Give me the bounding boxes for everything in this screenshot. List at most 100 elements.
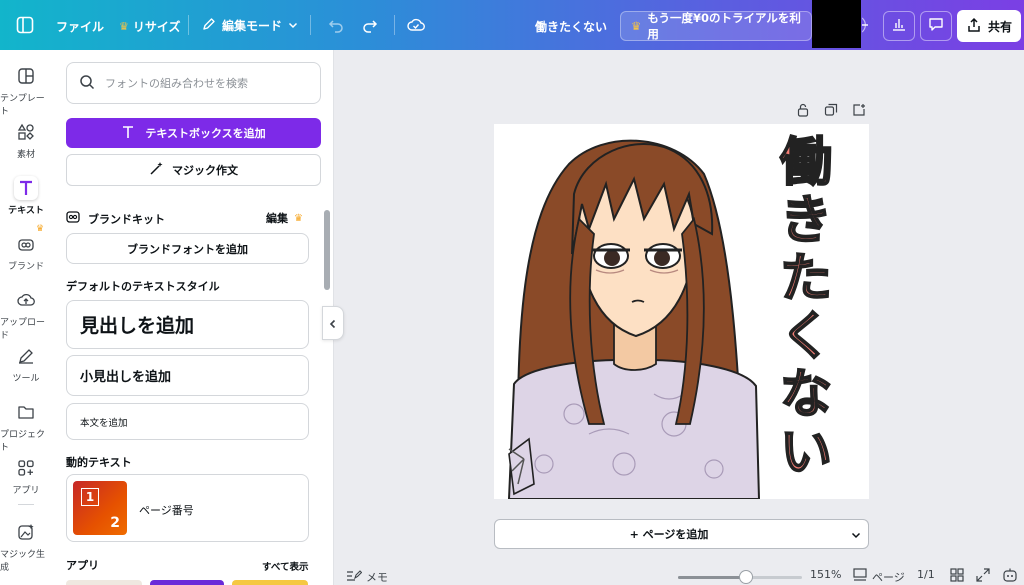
pages-button[interactable]: ページ <box>852 568 905 585</box>
elements-icon <box>14 120 38 144</box>
comment-icon <box>928 16 944 36</box>
rail-label: ツール <box>12 374 40 384</box>
page-tools <box>796 102 866 121</box>
artwork-character: い <box>779 423 833 483</box>
notes-icon <box>346 568 363 585</box>
add-textbox-button[interactable]: テキストボックスを追加 <box>66 118 321 148</box>
apps-label: アプリ <box>66 559 99 572</box>
redo-icon[interactable] <box>362 17 378 33</box>
zoom-slider-knob[interactable] <box>739 570 754 584</box>
rail-item-magic-media[interactable]: マジック生成 <box>0 520 52 573</box>
grid-view-icon[interactable] <box>950 568 964 582</box>
design-page[interactable]: 働きたくない <box>494 124 869 499</box>
sidebar-toggle-icon[interactable] <box>16 16 34 34</box>
add-subheading-button[interactable]: 小見出しを追加 <box>66 355 309 396</box>
magic-write-label: マジック作文 <box>172 164 238 177</box>
dynamic-text-label: 動的テキスト <box>66 456 132 469</box>
rail-label: アップロード <box>0 318 46 341</box>
add-brand-font-label: ブランドフォントを追加 <box>127 242 248 256</box>
rail-label: 素材 <box>16 150 35 160</box>
brand-kit-label: ブランドキット <box>88 212 165 226</box>
rail-label: ブランド <box>7 262 44 272</box>
insights-button[interactable] <box>883 11 915 41</box>
crown-icon: ♛ <box>119 20 129 33</box>
divider <box>188 15 189 35</box>
rail-item-projects[interactable]: プロジェクト <box>0 400 52 453</box>
magic-write-button[interactable]: マジック作文 <box>66 154 321 186</box>
apps-icon <box>14 456 38 480</box>
top-bar: ファイル ♛ リサイズ 編集モード 働きたくない ♛ もう一度¥0のトライアルを… <box>0 0 1024 50</box>
undo-icon[interactable] <box>328 17 344 33</box>
rail-label: アプリ <box>12 486 40 496</box>
rail-item-templates[interactable]: テンプレート <box>0 64 52 117</box>
resize-button[interactable]: ♛ リサイズ <box>119 18 181 35</box>
chevron-left-icon <box>328 314 338 333</box>
app-thumbnail[interactable] <box>150 580 224 585</box>
artwork-character: な <box>779 365 833 425</box>
brand-icon <box>66 210 80 227</box>
zoom-label: 151% <box>810 568 842 581</box>
add-page-icon[interactable] <box>852 102 866 121</box>
see-all-link[interactable]: すべて表示 <box>262 559 308 573</box>
bar-chart-icon <box>891 16 907 36</box>
rail-item-apps[interactable]: アプリ <box>0 456 52 496</box>
page-number-thumbnail: 1 2 <box>73 481 127 535</box>
apps-heading: アプリ <box>66 557 99 573</box>
add-body-text-button[interactable]: 本文を追加 <box>66 403 309 440</box>
add-collaborator-edge[interactable] <box>862 16 874 34</box>
search-placeholder: フォントの組み合わせを検索 <box>105 77 248 90</box>
rail-item-elements[interactable]: 素材 <box>0 120 52 160</box>
zoom-slider[interactable] <box>678 570 802 584</box>
add-heading-label: 見出しを追加 <box>80 315 195 337</box>
add-brand-font-button[interactable]: ブランドフォントを追加 <box>66 233 309 264</box>
rail-item-text[interactable]: テキスト <box>0 176 52 216</box>
app-thumbnail[interactable] <box>232 580 308 585</box>
share-label: 共有 <box>987 19 1012 34</box>
panel-scrollbar[interactable] <box>324 210 330 290</box>
left-rail: テンプレート 素材 テキスト ♛ ブランド アップロード ツール プロジェクト … <box>0 50 52 585</box>
brand-kit-edit-link[interactable]: 編集 ♛ <box>266 210 303 226</box>
duplicate-icon[interactable] <box>824 102 838 121</box>
page-number-card[interactable]: 1 2 ページ番号 <box>66 474 309 542</box>
fullscreen-icon[interactable] <box>976 568 990 582</box>
assistant-icon[interactable] <box>1002 568 1018 582</box>
edit-label: 編集 <box>266 212 288 225</box>
search-icon <box>79 74 95 93</box>
font-search-input[interactable]: フォントの組み合わせを検索 <box>66 62 321 104</box>
cloud-saved-icon[interactable] <box>407 16 425 34</box>
page-count: 1/1 <box>917 568 935 581</box>
lock-icon[interactable] <box>796 102 810 121</box>
comments-button[interactable] <box>920 11 952 41</box>
collapse-panel-button[interactable] <box>322 306 344 340</box>
rail-label: プロジェクト <box>0 430 46 453</box>
crown-icon: ♛ <box>631 19 642 33</box>
text-icon <box>121 125 135 142</box>
add-page-button[interactable]: + ページを追加 <box>494 519 844 549</box>
rail-item-uploads[interactable]: アップロード <box>0 288 52 341</box>
notes-button[interactable]: メモ <box>346 568 388 585</box>
pencil-icon <box>202 17 216 34</box>
redacted-area <box>812 0 861 48</box>
edit-mode-dropdown[interactable]: 編集モード <box>202 17 298 34</box>
artwork-character: く <box>779 307 833 367</box>
rail-item-tools[interactable]: ツール <box>0 344 52 384</box>
zoom-value[interactable]: 151% <box>810 568 841 581</box>
document-title[interactable]: 働きたくない <box>535 18 607 35</box>
brand-kit-heading: ブランドキット <box>66 210 165 227</box>
default-text-styles-heading: デフォルトのテキストスタイル <box>66 278 220 294</box>
default-styles-label: デフォルトのテキストスタイル <box>66 280 220 293</box>
artwork-character: き <box>779 191 833 251</box>
crown-icon: ♛ <box>36 224 45 234</box>
rail-label: テキスト <box>8 206 44 216</box>
trial-button[interactable]: ♛ もう一度¥0のトライアルを利用 <box>620 11 812 41</box>
add-heading-button[interactable]: 見出しを追加 <box>66 300 309 349</box>
add-page-options-button[interactable] <box>843 519 869 549</box>
app-thumbnail[interactable] <box>66 580 142 585</box>
add-page-label: + ページを追加 <box>629 528 709 541</box>
share-button[interactable]: 共有 <box>957 10 1021 42</box>
add-textbox-label: テキストボックスを追加 <box>145 127 266 140</box>
bottom-bar: メモ 151% ページ 1/1 <box>334 566 1024 585</box>
file-menu[interactable]: ファイル <box>56 18 104 35</box>
rail-item-brand[interactable]: ♛ ブランド <box>0 224 52 272</box>
thumb-number-2: 2 <box>110 515 120 531</box>
